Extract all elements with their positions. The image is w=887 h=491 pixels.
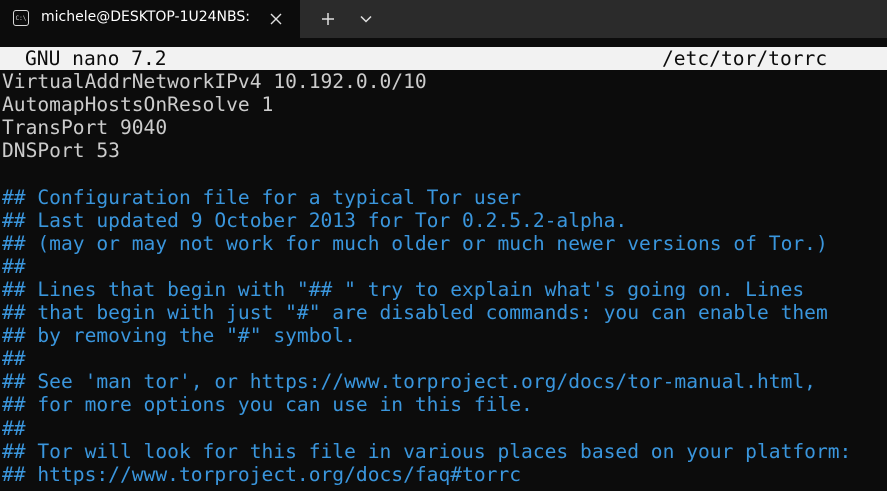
tab-active[interactable]: C:\ michele@DESKTOP-1U24NBS:	[0, 0, 300, 38]
editor-line: TransPort 9040	[2, 116, 168, 140]
nano-title-bar: GNU nano 7.2 /etc/tor/torrc	[0, 47, 887, 71]
editor-line: ## Tor will look for this file in variou…	[2, 439, 852, 463]
editor-line: ##	[2, 254, 26, 278]
editor-line: ## (may or may not work for much older o…	[2, 231, 828, 255]
tab-bar: C:\ michele@DESKTOP-1U24NBS:	[0, 0, 887, 38]
editor-line: ## for more options you can use in this …	[2, 393, 533, 417]
editor-line: VirtualAddrNetworkIPv4 10.192.0.0/10	[2, 70, 427, 94]
editor-line: ## Configuration file for a typical Tor …	[2, 185, 522, 209]
editor-line: ## See 'man tor', or https://www.torproj…	[2, 370, 816, 394]
terminal-content[interactable]: GNU nano 7.2 /etc/tor/torrc VirtualAddrN…	[0, 47, 887, 491]
nano-app-name: GNU nano 7.2	[25, 47, 167, 70]
editor-line: ## that begin with just "#" are disabled…	[2, 301, 828, 325]
editor-line: AutomapHostsOnResolve 1	[2, 93, 274, 117]
editor-line: ## Last updated 9 October 2013 for Tor 0…	[2, 208, 628, 232]
editor-line: ## by removing the "#" symbol.	[2, 324, 356, 348]
editor-line: DNSPort 53	[2, 139, 120, 163]
editor-buffer[interactable]: VirtualAddrNetworkIPv4 10.192.0.0/10 Auto…	[0, 70, 887, 486]
chevron-down-icon[interactable]	[352, 5, 380, 33]
terminal-window: C:\ michele@DESKTOP-1U24NBS: GNU nano 7.…	[0, 0, 887, 491]
svg-text:C:\: C:\	[16, 15, 27, 22]
close-icon[interactable]	[264, 7, 288, 31]
terminal-icon: C:\	[13, 10, 29, 26]
plus-icon[interactable]	[314, 5, 342, 33]
tab-title: michele@DESKTOP-1U24NBS:	[41, 9, 250, 25]
editor-line: ## https://www.torproject.org/docs/faq#t…	[2, 462, 522, 486]
editor-line: ## Lines that begin with "## " try to ex…	[2, 277, 805, 301]
nano-file-path: /etc/tor/torrc	[662, 47, 828, 70]
editor-line: ##	[2, 347, 26, 371]
editor-line: ##	[2, 416, 26, 440]
